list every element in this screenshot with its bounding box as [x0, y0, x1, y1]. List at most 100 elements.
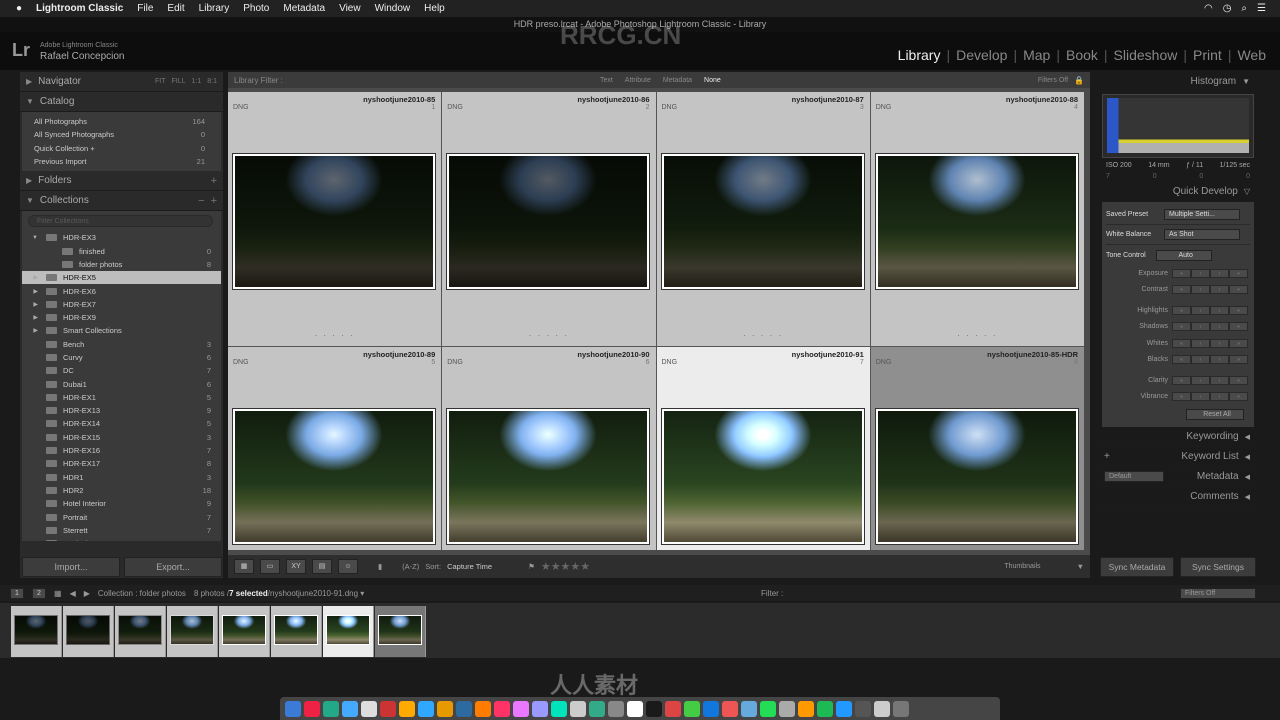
quick-develop-header[interactable]: Quick Develop ▽ [1100, 182, 1256, 202]
collections-header[interactable]: ▼ Collections − + [20, 191, 223, 212]
disclosure-icon[interactable]: ▶ [22, 301, 46, 308]
dock-app-icon[interactable] [779, 700, 795, 717]
filmstrip-filter-select[interactable]: Filters Off [1180, 587, 1256, 599]
module-map[interactable]: Map [1017, 47, 1056, 63]
grid-cell[interactable]: nyshootjune2010-91 DNG 7 [656, 347, 870, 550]
dock-app-icon[interactable] [684, 700, 700, 717]
decrease-large-button[interactable]: « [1172, 285, 1191, 295]
collection-item[interactable]: HDR-EX17 8 [22, 457, 221, 470]
filmstrip-thumb[interactable] [323, 606, 374, 657]
catalog-header[interactable]: ▼ Catalog [20, 92, 223, 112]
folders-header[interactable]: ▶ Folders + [20, 171, 223, 192]
filter-none[interactable]: None [704, 77, 721, 84]
decrease-small-button[interactable]: ‹ [1191, 375, 1210, 385]
dock-app-icon[interactable] [608, 700, 624, 717]
increase-large-button[interactable]: » [1229, 305, 1248, 315]
increase-small-button[interactable]: › [1210, 338, 1229, 348]
collection-item[interactable]: HDR-EX15 3 [22, 431, 221, 444]
collection-item[interactable]: HDR1 3 [22, 471, 221, 484]
collection-item[interactable]: Curvy 6 [22, 351, 221, 364]
dock-app-icon[interactable] [513, 700, 529, 717]
zoom-fill[interactable]: FILL [172, 78, 186, 85]
collection-item[interactable]: finished 0 [22, 244, 221, 257]
zoom-fit[interactable]: FIT [155, 78, 166, 85]
filmstrip-thumb[interactable] [219, 606, 270, 657]
disclosure-icon[interactable]: ▶ [22, 274, 46, 281]
increase-large-button[interactable]: » [1229, 338, 1248, 348]
increase-large-button[interactable]: » [1229, 285, 1248, 295]
sync-settings-button[interactable]: Sync Settings [1180, 557, 1256, 577]
increase-small-button[interactable]: › [1210, 322, 1229, 332]
thumbnail-size-slider[interactable]: Thumbnails [1004, 563, 1040, 570]
increase-small-button[interactable]: › [1210, 355, 1229, 365]
apple-icon[interactable]: ● [16, 3, 22, 14]
disclosure-icon[interactable]: ▶ [22, 314, 46, 321]
toolbar-menu-icon[interactable]: ▼ [1077, 562, 1084, 571]
decrease-small-button[interactable]: ‹ [1191, 338, 1210, 348]
loupe-view-icon[interactable]: ▭ [260, 559, 280, 574]
dock-app-icon[interactable] [589, 700, 605, 717]
cell-rating-dots[interactable]: · · · · · [228, 331, 441, 340]
collection-item[interactable]: Vertical Merge 19 [22, 537, 221, 542]
filter-preset[interactable]: Filters Off [1038, 77, 1068, 84]
dock-app-icon[interactable] [418, 700, 434, 717]
dock-app-icon[interactable] [475, 700, 491, 717]
collection-item[interactable]: HDR-EX16 7 [22, 444, 221, 457]
decrease-large-button[interactable]: « [1172, 338, 1191, 348]
people-view-icon[interactable]: ☺ [338, 559, 358, 574]
collection-item[interactable]: ▶ HDR-EX6 [22, 284, 221, 297]
collection-item[interactable]: Sterrett 7 [22, 524, 221, 537]
dock-app-icon[interactable] [437, 700, 453, 717]
decrease-small-button[interactable]: ‹ [1191, 268, 1210, 278]
collection-item[interactable]: Hotel Interior 9 [22, 497, 221, 510]
compare-view-icon[interactable]: XY [286, 559, 306, 574]
decrease-large-button[interactable]: « [1172, 392, 1191, 402]
increase-small-button[interactable]: › [1210, 285, 1229, 295]
collection-item[interactable]: ▶ HDR-EX5 [22, 271, 221, 285]
collection-item[interactable]: ▼ HDR-EX3 [22, 231, 221, 244]
remove-collection-icon[interactable]: − [198, 195, 204, 207]
module-develop[interactable]: Develop [950, 47, 1013, 63]
add-keyword-icon[interactable]: + [1104, 451, 1110, 462]
grid-cell[interactable]: nyshootjune2010-86 DNG 2 · · · · · [442, 92, 656, 346]
lock-icon[interactable]: 🔒 [1074, 76, 1084, 85]
dock-app-icon[interactable] [570, 700, 586, 717]
histogram-header[interactable]: Histogram ▼ [1100, 72, 1256, 92]
increase-small-button[interactable]: › [1210, 392, 1229, 402]
comments-header[interactable]: Comments ◀ [1100, 487, 1256, 507]
decrease-small-button[interactable]: ‹ [1191, 355, 1210, 365]
dock-app-icon[interactable] [874, 700, 890, 717]
metadata-header[interactable]: Default Metadata ◀ [1100, 467, 1256, 487]
dock-app-icon[interactable] [627, 700, 643, 717]
photo-thumbnail[interactable] [233, 154, 435, 289]
auto-tone-button[interactable]: Auto [1155, 249, 1212, 261]
keyword-list-header[interactable]: + Keyword List ◀ [1100, 447, 1256, 467]
filmstrip-thumb[interactable] [63, 606, 114, 657]
menu-file[interactable]: File [137, 3, 153, 14]
module-book[interactable]: Book [1060, 47, 1104, 63]
catalog-item[interactable]: Previous Import 21 [34, 155, 215, 168]
menu-photo[interactable]: Photo [243, 3, 269, 14]
cell-rating-dots[interactable]: · · · · · [871, 331, 1084, 340]
dock-app-icon[interactable] [494, 700, 510, 717]
increase-small-button[interactable]: › [1210, 375, 1229, 385]
dock-app-icon[interactable] [817, 700, 833, 717]
photo-thumbnail[interactable] [661, 409, 864, 544]
saved-preset-select[interactable]: Multiple Setti... [1164, 209, 1240, 220]
collection-item[interactable]: Dubai1 6 [22, 377, 221, 390]
module-web[interactable]: Web [1231, 47, 1272, 63]
decrease-small-button[interactable]: ‹ [1191, 392, 1210, 402]
rating-stars[interactable]: ★★★★★ [541, 560, 590, 573]
import-button[interactable]: Import... [22, 557, 120, 577]
dock-app-icon[interactable] [380, 700, 396, 717]
grid-cell[interactable]: nyshootjune2010-90 DNG 6 [442, 347, 656, 550]
dock-app-icon[interactable] [893, 700, 909, 717]
decrease-small-button[interactable]: ‹ [1191, 285, 1210, 295]
export-button[interactable]: Export... [124, 557, 222, 577]
dock-app-icon[interactable] [532, 700, 548, 717]
menu-library[interactable]: Library [199, 3, 230, 14]
collection-item[interactable]: DC 7 [22, 364, 221, 377]
back-icon[interactable]: ◀ [70, 589, 76, 598]
dock-app-icon[interactable] [855, 700, 871, 717]
primary-display-button[interactable]: 1 [10, 587, 24, 599]
